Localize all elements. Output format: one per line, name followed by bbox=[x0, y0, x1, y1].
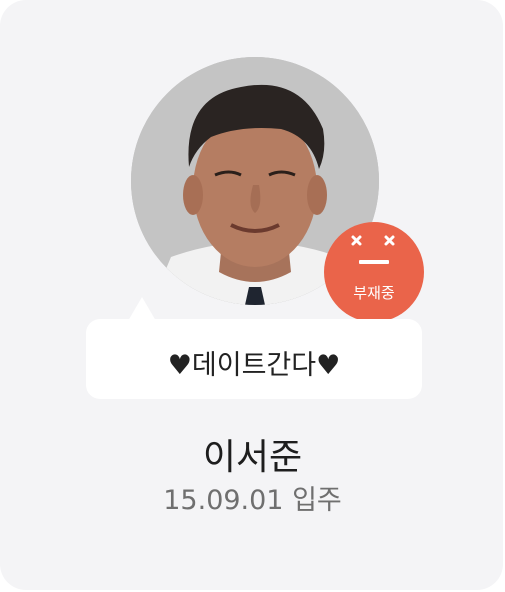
status-message-bubble: ♥데이트간다♥ bbox=[86, 319, 422, 399]
profile-name: 이서준 bbox=[202, 437, 303, 478]
status-badge-label: 부재중 bbox=[353, 284, 395, 302]
profile-card: 부재중 ♥데이트간다♥ 이서준 15.09.01 입주 bbox=[0, 0, 503, 590]
move-in-date: 15.09.01 입주 bbox=[163, 485, 342, 516]
bubble-tail bbox=[128, 297, 156, 321]
status-badge: 부재중 bbox=[324, 222, 424, 322]
sleeping-face-icon bbox=[351, 235, 395, 264]
status-message: ♥데이트간다♥ bbox=[167, 350, 341, 381]
